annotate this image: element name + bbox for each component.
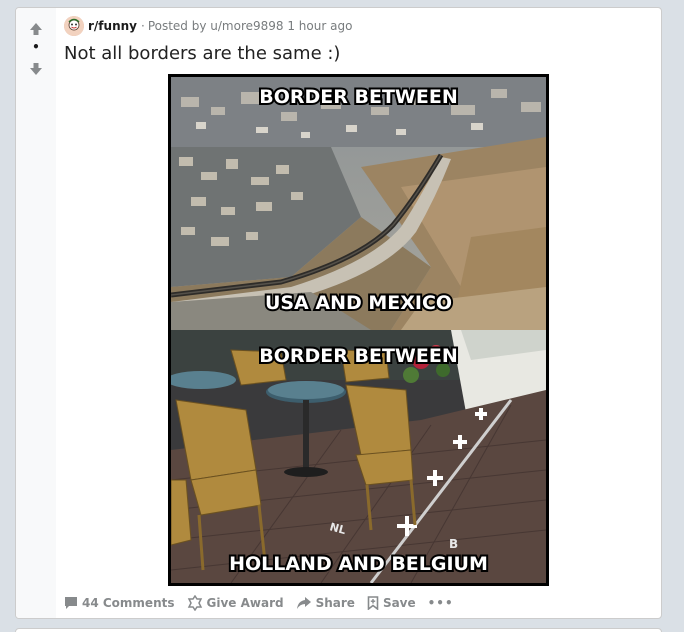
vote-rail: • <box>16 8 56 618</box>
next-post-card[interactable] <box>15 628 662 632</box>
subreddit-link[interactable]: r/funny <box>88 19 137 33</box>
ground-mark-b: B <box>449 537 458 551</box>
subreddit-avatar[interactable] <box>64 16 84 36</box>
save-button[interactable]: Save <box>367 596 416 610</box>
post-title[interactable]: Not all borders are the same :) <box>64 43 340 64</box>
share-button[interactable]: Share <box>296 596 355 610</box>
meme-panel-holland-belgium: NL B BORDER BETWEEN HOLLAND AND BELGIUM <box>171 330 546 583</box>
share-arrow-icon <box>296 597 311 609</box>
post-content: r/funny · Posted by u/more9898 1 hour ag… <box>56 8 661 618</box>
holland-belgium-border-photo: NL B BORDER BETWEEN HOLLAND AND BELGIUM <box>171 330 546 583</box>
meme-panel-usa-mexico: BORDER BETWEEN USA AND MEXICO <box>171 77 546 330</box>
upvote-button[interactable] <box>27 20 45 38</box>
more-options-button[interactable]: ••• <box>428 596 454 610</box>
arrow-down-icon <box>30 63 42 75</box>
posted-by-text[interactable]: Posted by u/more9898 1 hour ago <box>148 19 353 33</box>
top-heading-caption: BORDER BETWEEN <box>259 86 458 108</box>
post-image[interactable]: BORDER BETWEEN USA AND MEXICO NL B BORDE… <box>168 74 549 586</box>
meta-separator: · <box>140 19 145 33</box>
top-subject-caption: USA AND MEXICO <box>265 292 452 314</box>
bottom-subject-caption: HOLLAND AND BELGIUM <box>229 553 488 575</box>
more-options-icon: ••• <box>427 596 454 610</box>
bookmark-icon <box>367 596 379 610</box>
usa-mexico-border-photo: BORDER BETWEEN USA AND MEXICO <box>171 77 546 330</box>
subreddit-icon <box>64 16 84 36</box>
give-award-label: Give Award <box>206 596 284 610</box>
bottom-heading-caption: BORDER BETWEEN <box>259 345 458 367</box>
save-label: Save <box>382 596 416 610</box>
arrow-up-icon <box>30 23 42 35</box>
give-award-button[interactable]: Give Award <box>187 595 284 611</box>
vote-score: • <box>32 40 40 54</box>
downvote-button[interactable] <box>27 60 45 78</box>
post-meta: r/funny · Posted by u/more9898 1 hour ag… <box>64 16 352 36</box>
comments-label: 44 Comments <box>82 596 175 610</box>
comments-button[interactable]: 44 Comments <box>64 596 175 610</box>
share-label: Share <box>315 596 355 610</box>
post-actions: 44 Comments Give Award Share Save ••• <box>64 592 466 614</box>
award-icon <box>187 595 202 611</box>
comment-bubble-icon <box>65 597 77 609</box>
post-card[interactable]: • r/funny · Posted by u/more9898 1 hour … <box>15 7 662 619</box>
